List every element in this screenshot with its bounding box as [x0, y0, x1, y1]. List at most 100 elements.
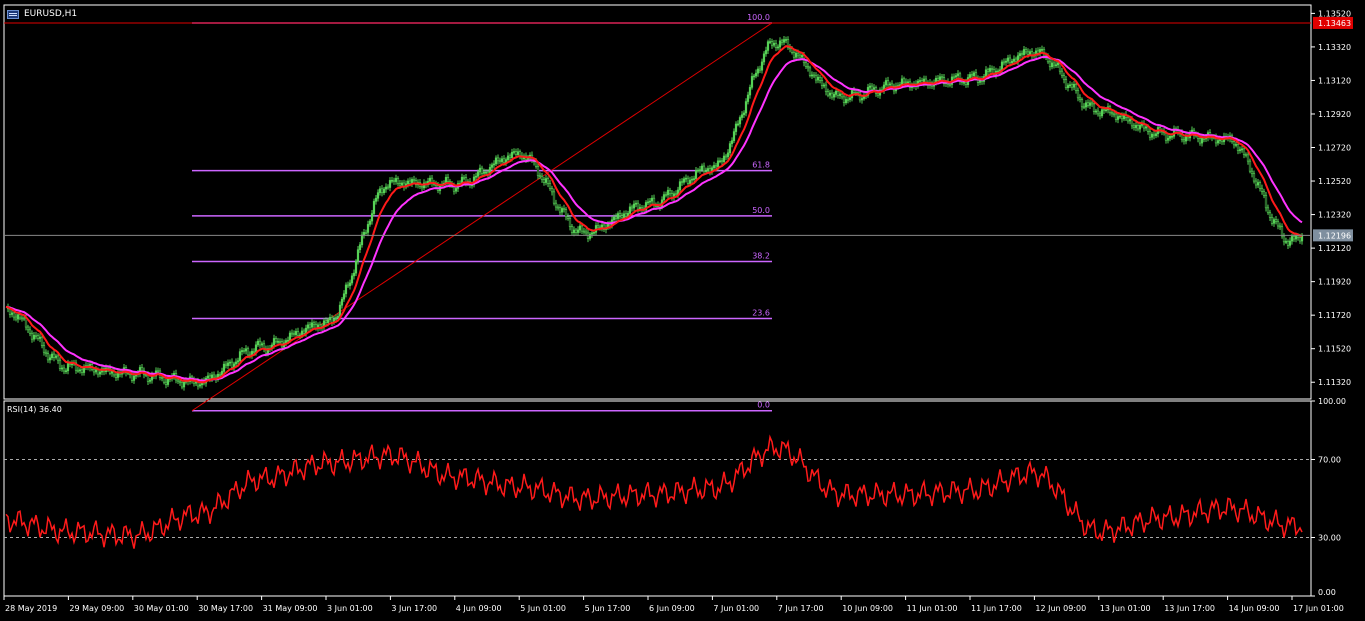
candle-body — [1148, 131, 1152, 138]
candle-body — [632, 203, 636, 209]
candle-body — [1040, 49, 1044, 51]
candle-body — [1098, 113, 1102, 117]
candle-body — [1050, 62, 1054, 68]
candle-body — [678, 181, 682, 191]
candle-body — [1274, 219, 1278, 222]
candle-body — [360, 234, 364, 246]
trading-chart[interactable]: 100.061.850.038.223.60.0 1.135201.133201… — [0, 0, 1365, 621]
candle-body — [1256, 182, 1260, 186]
candle-body — [38, 336, 42, 339]
candle-body — [814, 74, 818, 81]
time-tick-label: 13 Jun 17:00 — [1164, 604, 1215, 613]
candle-body — [1154, 133, 1158, 137]
candle-body — [198, 384, 202, 387]
candle-body — [48, 357, 52, 361]
candle-body — [762, 53, 766, 63]
candle-body — [388, 180, 392, 188]
candle-body — [386, 186, 390, 189]
candle-body — [1184, 136, 1188, 142]
candle-body — [684, 177, 688, 180]
candle-body — [690, 178, 694, 181]
candle-body — [1104, 109, 1108, 112]
candle-body — [1076, 90, 1080, 99]
candle-body — [1250, 170, 1254, 174]
candle-body — [1018, 53, 1022, 57]
candle-body — [724, 155, 728, 158]
time-tick-label: 5 Jun 01:00 — [520, 604, 566, 613]
candle-body — [398, 183, 402, 186]
candle-body — [1134, 125, 1138, 128]
candle-body — [844, 99, 848, 104]
candle-body — [780, 40, 784, 43]
candle-body — [64, 370, 68, 373]
candle-body — [30, 332, 34, 340]
candle-body — [254, 344, 258, 353]
candle-body — [258, 340, 262, 346]
candle-body — [78, 369, 82, 372]
candle-body — [288, 332, 292, 341]
candle-body — [94, 369, 98, 373]
candle-body — [758, 68, 762, 71]
candle-body — [872, 87, 876, 90]
candle-body — [162, 377, 166, 383]
candle-body — [954, 75, 958, 78]
candle-body — [1022, 49, 1026, 55]
price-tick-label: 1.12520 — [1318, 177, 1351, 186]
candle-body — [1236, 144, 1240, 151]
candle-body — [566, 216, 570, 219]
candle-body — [1266, 207, 1270, 214]
candle-body — [816, 77, 820, 81]
candle-body — [494, 157, 498, 165]
candle-body — [718, 160, 722, 163]
candle-body — [1060, 70, 1064, 76]
candle-body — [476, 171, 480, 177]
candle-body — [750, 76, 754, 88]
candle-body — [206, 375, 210, 379]
candle-body — [290, 332, 294, 335]
candle-body — [228, 361, 232, 364]
candle-body — [1102, 109, 1106, 111]
candle-body — [340, 298, 344, 306]
candle-body — [16, 314, 20, 320]
candle-body — [46, 353, 50, 361]
candle-body — [592, 232, 596, 234]
candle-body — [32, 334, 36, 340]
candle-body — [952, 76, 956, 79]
candle-body — [352, 272, 356, 277]
candle-body — [1296, 235, 1300, 238]
candle-body — [1258, 182, 1262, 189]
candle-body — [1168, 136, 1172, 139]
candle-body — [454, 188, 458, 192]
candle-body — [630, 206, 634, 209]
candle-body — [256, 340, 260, 346]
candle-body — [1246, 154, 1250, 162]
candle-body — [1082, 106, 1086, 109]
candle-body — [1078, 97, 1082, 100]
time-tick-label: 17 Jun 01:00 — [1293, 604, 1344, 613]
candle-body — [392, 179, 396, 182]
candle-body — [224, 363, 228, 366]
candle-body — [1112, 113, 1116, 116]
candle-body — [400, 182, 404, 186]
candle-body — [584, 230, 588, 234]
candle-body — [80, 369, 84, 373]
candle-body — [834, 90, 838, 95]
candle-body — [1048, 61, 1052, 68]
candle-body — [1240, 148, 1244, 151]
candle-body — [732, 131, 736, 141]
fibo-level-label: 0.0 — [757, 401, 770, 410]
candle-body — [1248, 160, 1252, 172]
candle-body — [564, 209, 568, 217]
fibonacci-retracement[interactable]: 100.0 61.8 50.0 38.2 23.6 0.0 — [191, 13, 773, 412]
candle-body — [740, 114, 744, 118]
candle-body — [98, 371, 102, 375]
candle-body — [396, 178, 400, 184]
candle-body — [618, 213, 622, 216]
candle-body — [382, 188, 386, 194]
candle-body — [1238, 149, 1242, 151]
candle-body — [542, 179, 546, 183]
candle-body — [26, 326, 30, 331]
candle-body — [70, 363, 74, 366]
candle-body — [746, 94, 750, 102]
candle-body — [218, 373, 222, 376]
